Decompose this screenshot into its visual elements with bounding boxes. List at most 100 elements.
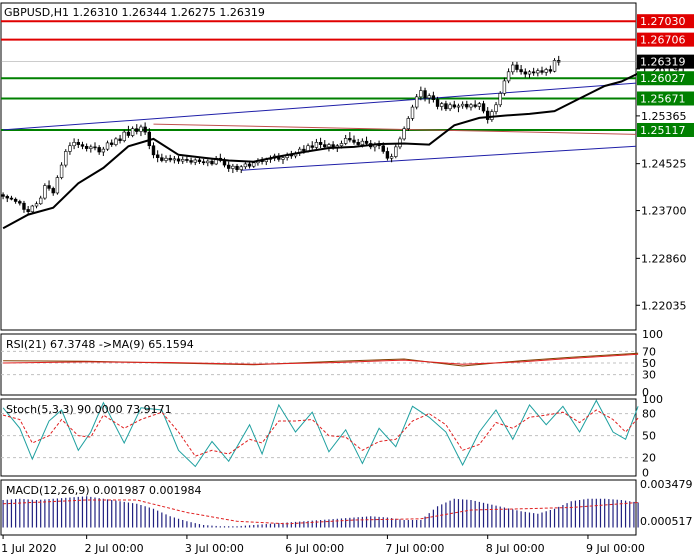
bear-candle xyxy=(93,146,97,149)
bull-candle xyxy=(406,118,411,129)
bear-candle xyxy=(26,209,30,213)
stoch-tick-label: 50 xyxy=(642,430,656,443)
bull-candle xyxy=(193,159,197,163)
bear-candle xyxy=(84,146,89,149)
bull-candle xyxy=(419,90,423,98)
bear-candle xyxy=(515,64,519,70)
bear-candle xyxy=(97,147,101,153)
rsi-panel-title: RSI(21) 67.3748 ->MA(9) 65.1594 xyxy=(6,338,194,351)
bull-candle xyxy=(59,164,64,178)
bull-candle xyxy=(239,166,243,170)
bear-candle xyxy=(76,142,80,145)
time-tick-label: 3 Jul 00:00 xyxy=(185,542,244,555)
bull-candle xyxy=(536,70,540,74)
bull-candle xyxy=(427,95,431,99)
bull-candle xyxy=(281,157,285,160)
bull-candle xyxy=(456,105,461,108)
bull-candle xyxy=(252,162,256,167)
bear-candle xyxy=(465,103,469,108)
bear-candle xyxy=(523,71,527,75)
bear-candle xyxy=(201,161,206,164)
bear-candle xyxy=(13,198,18,202)
bear-candle xyxy=(444,103,448,110)
price-tick-label: 1.23700 xyxy=(641,205,687,218)
bull-candle xyxy=(552,60,557,72)
bull-candle xyxy=(360,140,365,145)
bull-candle xyxy=(339,143,344,147)
bull-candle xyxy=(89,146,93,149)
bull-candle xyxy=(494,104,498,112)
rsi-tick-label: 30 xyxy=(642,369,656,382)
bull-candle xyxy=(206,160,210,164)
bull-candle xyxy=(469,104,473,108)
bear-candle xyxy=(185,159,189,161)
bull-candle xyxy=(68,145,72,152)
bear-candle xyxy=(364,140,369,144)
bear-candle xyxy=(168,157,172,161)
bull-candle xyxy=(410,106,415,119)
time-tick-label: 6 Jul 00:00 xyxy=(285,542,344,555)
macd-panel-title: MACD(12,26,9) 0.001987 0.001984 xyxy=(6,484,202,497)
bull-candle xyxy=(460,103,465,107)
bull-candle xyxy=(544,69,548,73)
bear-candle xyxy=(22,202,26,210)
time-tick-label: 1 Jul 2020 xyxy=(1,542,56,555)
bear-candle xyxy=(531,71,536,74)
bull-candle xyxy=(72,142,76,147)
bear-candle xyxy=(197,159,202,162)
price-tick-label: 1.22035 xyxy=(641,299,687,312)
bull-candle xyxy=(490,111,494,120)
bear-candle xyxy=(110,142,114,145)
bear-candle xyxy=(519,69,523,73)
bull-candle xyxy=(139,126,143,132)
bull-candle xyxy=(448,104,452,110)
bull-candle xyxy=(122,131,126,141)
bear-candle xyxy=(302,148,306,152)
bear-candle xyxy=(548,69,553,72)
bear-candle xyxy=(310,145,314,148)
bear-candle xyxy=(435,99,440,107)
bear-candle xyxy=(423,90,427,99)
support-level-label: 1.25671 xyxy=(640,92,686,105)
resistance-level-label: 1.27030 xyxy=(640,15,686,28)
stoch-panel-title: Stoch(5,3,3) 90.0000 73.9171 xyxy=(6,403,172,416)
bull-candle xyxy=(43,185,47,199)
bear-candle xyxy=(352,139,356,143)
bull-candle xyxy=(181,159,185,162)
bull-candle xyxy=(477,103,482,107)
bear-candle xyxy=(176,158,181,162)
time-tick-label: 7 Jul 00:00 xyxy=(385,542,444,555)
time-tick-label: 8 Jul 00:00 xyxy=(486,542,545,555)
bear-candle xyxy=(1,194,5,197)
bull-candle xyxy=(343,138,348,144)
bull-candle xyxy=(101,148,106,153)
bull-candle xyxy=(306,145,310,152)
chart-canvas: 1.261911.253651.245251.237001.228601.220… xyxy=(0,0,700,560)
bear-candle xyxy=(135,128,139,132)
bull-candle xyxy=(30,205,35,213)
support-level-label: 1.25117 xyxy=(640,124,686,137)
bull-candle xyxy=(164,157,168,161)
bull-candle xyxy=(527,71,532,75)
bull-candle xyxy=(394,146,398,157)
bear-candle xyxy=(18,201,22,204)
bear-candle xyxy=(118,138,122,141)
bull-candle xyxy=(327,144,331,148)
price-tick-label: 1.25365 xyxy=(641,110,687,123)
bear-candle xyxy=(9,197,14,200)
bull-candle xyxy=(114,138,118,145)
bull-candle xyxy=(389,156,394,159)
bull-candle xyxy=(243,163,248,168)
time-tick-label: 2 Jul 00:00 xyxy=(85,542,144,555)
bear-candle xyxy=(226,164,231,169)
bear-candle xyxy=(485,110,490,120)
bear-candle xyxy=(155,154,160,158)
price-tick-label: 1.24525 xyxy=(641,158,687,171)
bear-candle xyxy=(189,160,193,163)
bear-candle xyxy=(318,142,323,145)
bear-candle xyxy=(126,131,131,136)
macd-tick-label: 0.000517 xyxy=(640,515,693,528)
bull-candle xyxy=(506,71,511,82)
price-tick-label: 1.22860 xyxy=(641,252,687,265)
bear-candle xyxy=(151,145,156,156)
